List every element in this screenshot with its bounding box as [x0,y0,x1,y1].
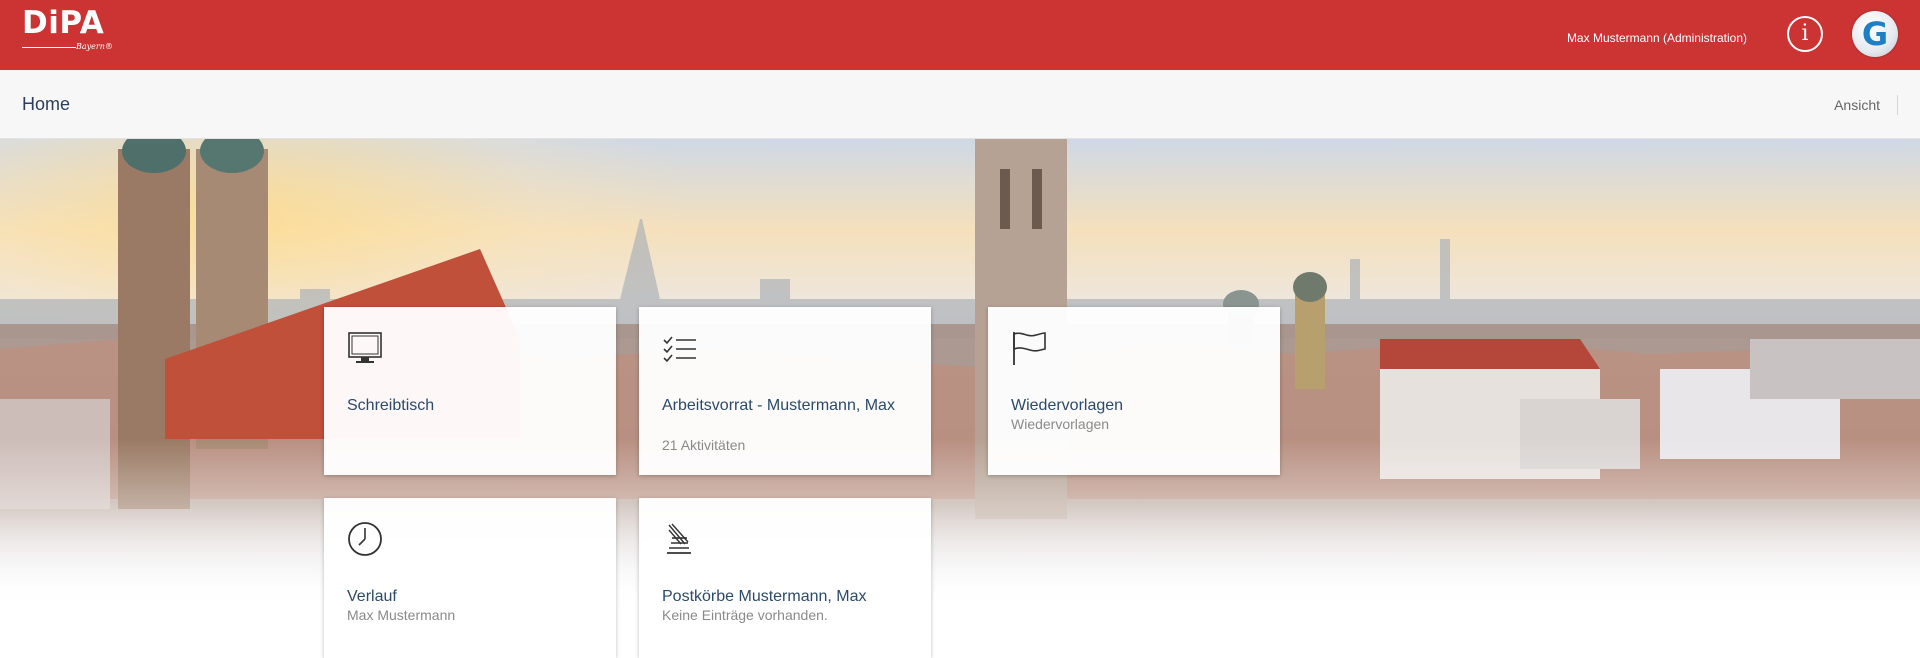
app-logo-icon[interactable]: G [1852,11,1898,57]
tile-wiedervorlagen[interactable]: Wiedervorlagen Wiedervorlagen [988,307,1280,475]
page-title: Home [22,94,71,114]
monitor-icon [348,332,382,363]
tile-subtitle: 21 Aktivitäten [662,437,746,453]
top-header: DiPA Bayern® Max Mustermann (Administrat… [0,0,1920,70]
city-skyline-background [0,139,1920,644]
user-name[interactable]: Max Mustermann (Administration) [1567,31,1747,45]
tile-title: Schreibtisch [347,397,435,414]
tile-subtitle: Wiedervorlagen [1011,416,1110,432]
tile-subtitle: Max Mustermann [347,607,456,623]
tile-subtitle: Keine Einträge vorhanden. [662,607,828,623]
tile-title: Postkörbe Mustermann, Max [662,588,867,605]
logo-subtext: Bayern® [76,42,113,51]
tile-title: Wiedervorlagen [1011,397,1124,414]
divider [1897,95,1898,115]
flag-icon [1013,332,1046,365]
logo-underline [22,47,76,48]
tile-title: Arbeitsvorrat - Mustermann, Max [662,397,895,414]
tile-verlauf[interactable]: Verlauf Max Mustermann [324,498,616,658]
dipa-logo[interactable]: DiPA Bayern® [22,8,122,58]
tile-schreibtisch[interactable]: Schreibtisch [324,307,616,475]
tile-title: Verlauf [347,588,397,605]
app-logo-letter: G [1861,15,1889,53]
tile-arbeitsvorrat[interactable]: Arbeitsvorrat - Mustermann, Max 21 Aktiv… [639,307,931,475]
tile-postkoerbe[interactable]: Postkörbe Mustermann, Max Keine Einträge… [639,498,931,658]
clock-icon [348,522,382,556]
info-icon[interactable]: i [1787,16,1823,52]
checklist-icon [663,336,696,363]
bottom-fade [0,439,1920,644]
breadcrumb-bar: Home Ansicht [0,70,1920,139]
logo-text: DiPA [22,5,105,41]
view-menu-link[interactable]: Ansicht [1834,97,1880,113]
inbox-stack-icon [667,523,691,554]
